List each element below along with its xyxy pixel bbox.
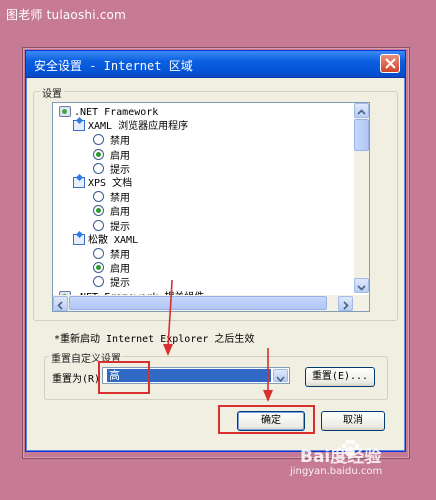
tree-item-label: 提示 <box>110 221 130 233</box>
scroll-right-button[interactable] <box>338 296 353 311</box>
highlight-box-level <box>98 361 150 394</box>
radio-selected-icon[interactable] <box>93 205 104 217</box>
radio-unselected-icon[interactable] <box>93 191 104 203</box>
watermark-brand: Bai度经验 <box>300 447 382 467</box>
radio-option-8[interactable]: 提示 <box>93 219 130 234</box>
red-arrow-icon <box>263 348 273 402</box>
radio-option-11[interactable]: 启用 <box>93 262 130 276</box>
gear-icon <box>59 106 71 117</box>
radio-option-3[interactable]: 启用 <box>93 148 130 163</box>
horizontal-scroll-thumb[interactable] <box>69 296 327 310</box>
radio-option-2[interactable]: 禁用 <box>93 134 130 148</box>
watermark-top: 图老师 tulaoshi.com <box>6 8 126 22</box>
tree-item-label: .NET Framework <box>74 107 159 118</box>
watermark-url: jingyan.baidu.com <box>290 466 383 477</box>
radio-option-7[interactable]: 启用 <box>93 205 130 219</box>
title-bar[interactable]: 安全设置 - Internet 区域 <box>26 51 405 78</box>
red-arrow-icon <box>163 280 173 356</box>
tree-item-label: 提示 <box>110 164 130 176</box>
tree-item-label: 松散 XAML <box>88 234 139 246</box>
chevron-left-icon <box>57 301 63 310</box>
scroll-up-button[interactable] <box>354 103 369 118</box>
settings-list[interactable]: .NET Framework XAML 浏览器应用程序 禁用 启用 提示 XPS 文档 禁用… <box>52 102 370 312</box>
tree-item-label: XAML 浏览器应用程序 <box>88 121 189 133</box>
tree-subcategory[interactable]: XPS 文档 <box>73 177 132 191</box>
tree-subcategory[interactable]: 松散 XAML <box>73 233 139 248</box>
radio-option-4[interactable]: 提示 <box>93 162 130 177</box>
reset-button[interactable]: 重置(E)... <box>305 367 375 387</box>
chevron-down-icon <box>357 285 366 291</box>
tree-item-label: 启用 <box>110 207 130 219</box>
chevron-up-icon <box>357 109 366 115</box>
scroll-left-button[interactable] <box>53 296 68 311</box>
close-button[interactable] <box>380 54 400 73</box>
radio-unselected-icon[interactable] <box>93 219 104 231</box>
loose-xaml-page-icon <box>73 233 85 245</box>
radio-selected-icon[interactable] <box>93 262 104 274</box>
tree-item-label: 启用 <box>110 150 130 162</box>
horizontal-scrollbar[interactable] <box>53 295 369 311</box>
xps-page-icon <box>73 177 85 188</box>
radio-unselected-icon[interactable] <box>93 276 104 288</box>
settings-group-label: 设置 <box>40 85 64 100</box>
close-icon <box>385 58 396 69</box>
tree-item-label: 提示 <box>110 278 130 290</box>
restart-note: *重新启动 Internet Explorer 之后生效 <box>54 334 255 345</box>
scroll-thumb[interactable] <box>354 119 369 151</box>
window-title: 安全设置 - Internet 区域 <box>34 59 193 73</box>
radio-unselected-icon[interactable] <box>93 248 104 259</box>
tree-item-label: 禁用 <box>110 136 130 148</box>
tree-subcategory[interactable]: XAML 浏览器应用程序 <box>73 120 188 134</box>
tree-category[interactable]: .NET Framework <box>59 106 158 120</box>
chevron-right-icon <box>343 301 349 310</box>
scroll-down-button[interactable] <box>354 278 369 293</box>
cancel-button[interactable]: 取消 <box>321 411 385 431</box>
radio-unselected-icon[interactable] <box>93 162 104 174</box>
radio-option-10[interactable]: 禁用 <box>93 248 130 262</box>
vertical-scrollbar[interactable] <box>354 103 369 293</box>
xaml-page-icon <box>73 120 85 132</box>
tree-item-label: XPS 文档 <box>88 178 133 189</box>
radio-option-6[interactable]: 禁用 <box>93 191 130 205</box>
highlight-box-ok <box>218 405 315 434</box>
tree-item-label: 禁用 <box>110 193 130 205</box>
tree-item-label: 启用 <box>110 264 130 276</box>
radio-unselected-icon[interactable] <box>93 134 104 146</box>
radio-option-12[interactable]: 提示 <box>93 276 130 290</box>
radio-selected-icon[interactable] <box>93 148 104 160</box>
tree-item-label: 禁用 <box>110 250 130 261</box>
